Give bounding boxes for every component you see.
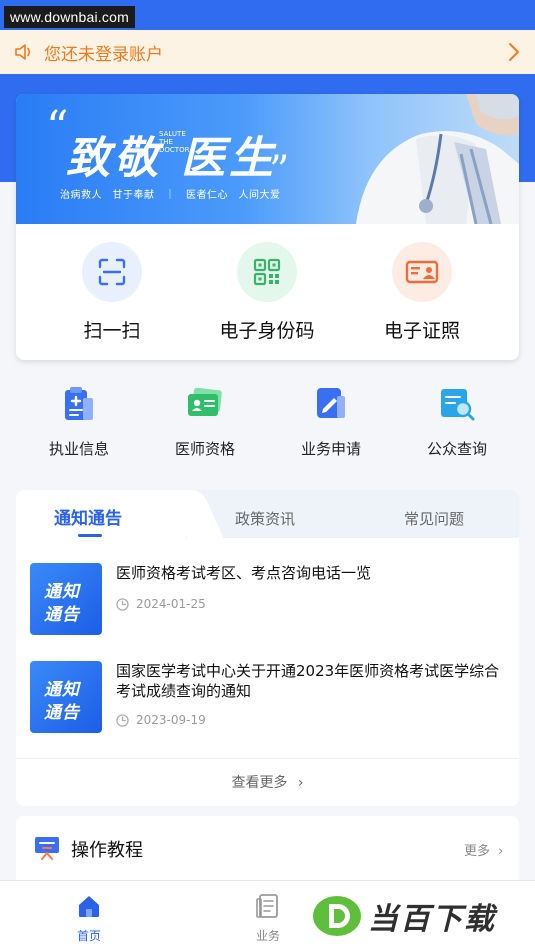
tutorial-card[interactable]: 操作教程 更多 › [16, 816, 519, 886]
banner-subtitle: 治病救人 甘于奉献 ｜ 医者仁心 人间大爱 [60, 190, 281, 201]
func-practice-info[interactable]: 执业信息 [24, 384, 134, 459]
news-date: 2023-09-19 [116, 713, 206, 727]
banner[interactable]: “ 致敬 SALUTE THE DOCTOR 医生 ” 治病救人 甘于奉献 ｜ … [16, 94, 519, 224]
business-icon [256, 894, 278, 918]
quick-actions: 扫一扫 电子身份码 电子证照 [16, 224, 519, 360]
tab-notices[interactable]: 通知通告 [54, 504, 122, 529]
func-business-application-label: 业务申请 [300, 440, 361, 458]
func-public-query[interactable]: 公众查询 [402, 384, 512, 459]
divider [16, 758, 519, 759]
medical-record-icon [65, 387, 93, 420]
func-physician-qualification-label: 医师资格 [174, 440, 235, 458]
banner-vertical-text: SALUTE THE DOCTOR [159, 130, 190, 154]
quick-e-license-label: 电子证照 [383, 320, 460, 342]
func-practice-info-label: 执业信息 [48, 440, 109, 458]
tutorial-more-label: 更多 [464, 844, 491, 859]
tab-active-indicator [78, 534, 102, 537]
scan-icon [82, 242, 142, 302]
func-public-query-label: 公众查询 [426, 440, 487, 458]
news-item[interactable]: 通知 通告 医师资格考试考区、考点咨询电话一览 2024-01-25 [30, 563, 510, 635]
status-bar: www.downbai.com [0, 0, 535, 30]
thumb-line1: 通知 [44, 680, 80, 700]
nav-business-label: 业务 [255, 929, 280, 943]
quick-scan-label: 扫一扫 [83, 320, 141, 342]
qr-code-icon [237, 242, 297, 302]
news-title: 医师资格考试考区、考点咨询电话一览 [116, 564, 372, 582]
watermark-text: 当百下载 [368, 902, 496, 937]
news-date-text: 2024-01-25 [136, 597, 206, 611]
news-item[interactable]: 通知 通告 国家医学考试中心关于开通2023年医师资格考试医学综合考试成绩查询的… [30, 661, 510, 733]
application-icon [317, 388, 345, 418]
news-thumbnail: 通知 通告 [30, 563, 102, 635]
tutorial-more-button[interactable]: 更多 › [464, 840, 503, 859]
tutorial-title: 操作教程 [71, 840, 143, 861]
nav-home[interactable]: 首页 [49, 893, 129, 944]
tab-faq[interactable]: 常见问题 [404, 508, 464, 529]
id-card-icon [392, 242, 452, 302]
news-date-text: 2023-09-19 [136, 713, 206, 727]
thumb-line2: 通告 [44, 605, 80, 625]
news-title: 国家医学考试中心关于开通2023年医师资格考试医学综合考试成绩查询的通知 [116, 662, 500, 700]
clock-icon [116, 713, 129, 727]
search-doc-icon [441, 389, 475, 421]
banner-title-part1: 致敬 [66, 133, 162, 184]
quick-id-code[interactable]: 电子身份码 [202, 242, 332, 343]
news-card: 通知通告 政策资讯 常见问题 通知 通告 医师资格考试考区、考点咨询电话一览 2… [16, 490, 519, 806]
tab-policy[interactable]: 政策资讯 [235, 508, 295, 529]
home-icon [79, 896, 99, 917]
login-prompt-bar[interactable]: 您还未登录账户 [0, 30, 535, 74]
view-more-label: 查看更多 [231, 775, 288, 791]
banner-title-part2: 医生 [181, 133, 277, 184]
presentation-icon [35, 837, 59, 860]
function-grid: 执业信息 医师资格 业务申请 公众查询 [0, 384, 535, 464]
func-physician-qualification[interactable]: 医师资格 [150, 384, 260, 459]
view-more-button[interactable]: 查看更多 › [16, 772, 519, 792]
news-date: 2024-01-25 [116, 597, 206, 611]
quick-e-license[interactable]: 电子证照 [357, 242, 487, 343]
chevron-right-icon [509, 43, 519, 61]
quick-id-code-label: 电子身份码 [219, 320, 315, 342]
downbai-logo-icon [313, 896, 361, 936]
certificate-icon [188, 387, 222, 416]
main-card: “ 致敬 SALUTE THE DOCTOR 医生 ” 治病救人 甘于奉献 ｜ … [16, 94, 519, 360]
thumb-line1: 通知 [44, 582, 80, 602]
nav-home-label: 首页 [76, 929, 101, 943]
news-thumbnail: 通知 通告 [30, 661, 102, 733]
news-tabs: 通知通告 政策资讯 常见问题 [16, 490, 519, 538]
doctor-illustration [356, 94, 519, 224]
nav-business[interactable]: 业务 [228, 893, 308, 944]
quick-scan[interactable]: 扫一扫 [47, 242, 177, 343]
func-business-application[interactable]: 业务申请 [276, 384, 386, 459]
chevron-right-icon: › [297, 775, 304, 791]
thumb-line2: 通告 [44, 703, 80, 723]
watermark-label: www.downbai.com [4, 6, 135, 28]
chevron-right-icon: › [498, 844, 504, 859]
speaker-icon [15, 44, 31, 60]
login-prompt-text: 您还未登录账户 [44, 44, 163, 65]
clock-icon [116, 597, 129, 611]
watermark-logo: 当百下载 [312, 892, 532, 940]
